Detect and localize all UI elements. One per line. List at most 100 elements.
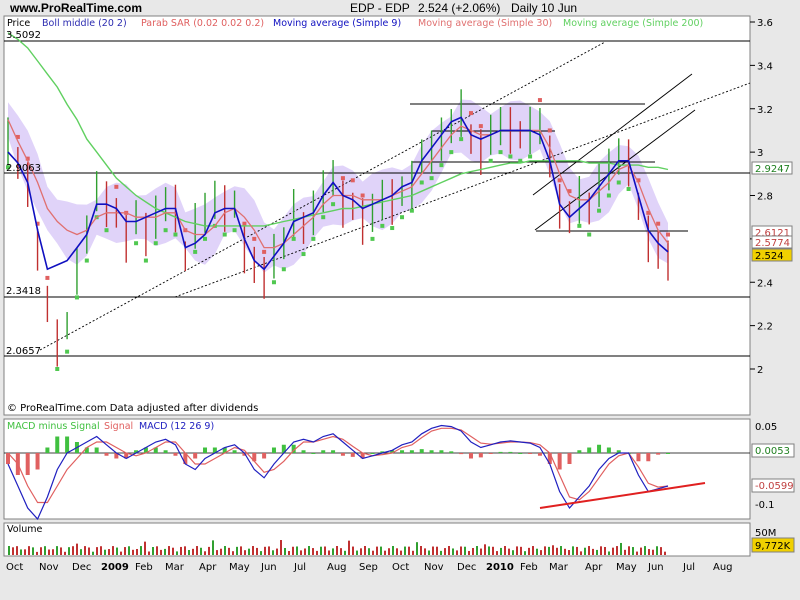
volume-bar	[256, 547, 258, 555]
sar-dot	[252, 236, 257, 241]
volume-bar	[280, 540, 282, 555]
legend-macd-hist: MACD minus Signal	[7, 421, 100, 432]
volume-bar	[456, 550, 458, 555]
macd-hist-bar	[459, 453, 464, 455]
volume-bar	[420, 546, 422, 555]
sar-dot	[203, 236, 208, 241]
macd-hist-bar	[498, 451, 503, 453]
macd-hist-bar	[321, 450, 326, 453]
sar-dot	[271, 280, 276, 285]
macd-hist-bar	[35, 453, 40, 470]
volume-bar	[288, 550, 290, 555]
macd-hist-bar	[350, 453, 355, 457]
volume-bar	[428, 550, 430, 555]
macd-hist-bar	[271, 447, 276, 453]
volume-bar	[148, 551, 150, 555]
volume-bar	[88, 547, 90, 555]
x-axis-label: Apr	[585, 562, 603, 573]
volume-bar	[28, 546, 30, 555]
volume-bar	[12, 547, 14, 555]
volume-bar	[16, 546, 18, 555]
volume-bar	[84, 546, 86, 555]
site-name: www.ProRealTime.com	[9, 1, 142, 15]
volume-bar	[540, 550, 542, 555]
volume-bar	[496, 551, 498, 555]
x-axis-label: Mar	[165, 562, 185, 573]
volume-bar	[476, 546, 478, 555]
volume-bar	[484, 544, 486, 555]
legend-sma9: Moving average (Simple 9)	[273, 18, 401, 29]
volume-bar	[408, 546, 410, 555]
sar-dot	[380, 223, 385, 228]
sar-dot	[350, 178, 355, 183]
volume-bar	[132, 549, 134, 555]
volume-bar	[180, 546, 182, 555]
sar-dot	[291, 236, 296, 241]
volume-bar	[44, 546, 46, 555]
macd-hist-bar	[528, 453, 533, 454]
level-label-2: 2.9063	[6, 163, 41, 174]
volume-bar	[8, 546, 10, 555]
x-axis-label: Jul	[293, 562, 306, 573]
volume-bar	[276, 548, 278, 555]
volume-bar	[48, 549, 50, 555]
volume-bar	[624, 549, 626, 555]
price-ytick-label: 3.6	[757, 18, 773, 29]
volume-bar	[284, 547, 286, 555]
macd-hist-bar	[203, 447, 208, 453]
volume-bar	[640, 547, 642, 555]
volume-bar	[340, 548, 342, 555]
macd-hist-bar	[557, 453, 562, 470]
price-ytick-label: 3	[757, 148, 763, 159]
volume-bar	[348, 540, 350, 555]
volume-bar	[464, 546, 466, 555]
legend-sma200: Moving average (Simple 200)	[563, 18, 703, 29]
sar-dot	[577, 223, 582, 228]
macd-hist-bar	[25, 453, 30, 475]
x-axis-label: 2009	[101, 562, 129, 573]
price-tag-label: 2.5774	[755, 238, 790, 249]
volume-bar	[232, 551, 234, 555]
macd-hist-bar	[232, 450, 237, 453]
macd-hist-bar	[104, 453, 109, 456]
volume-bar	[388, 548, 390, 555]
macd-hist-bar	[173, 453, 178, 456]
sar-dot	[537, 98, 542, 103]
volume-bar	[468, 550, 470, 555]
sar-dot	[409, 208, 414, 213]
x-axis-label: May	[229, 562, 250, 573]
volume-bar	[564, 548, 566, 555]
volume-bar	[168, 546, 170, 555]
price-ytick-label: 2.2	[757, 322, 773, 333]
volume-bar	[528, 547, 530, 555]
volume-bar	[620, 542, 622, 555]
macd-tag-2: -0.0599	[755, 481, 794, 492]
volume-bar	[608, 551, 610, 555]
volume-bar	[548, 546, 550, 555]
volume-bar	[576, 546, 578, 555]
sar-dot	[597, 208, 602, 213]
volume-bar	[392, 546, 394, 555]
volume-bar	[556, 547, 558, 555]
volume-bar	[112, 546, 114, 555]
volume-bar	[616, 546, 618, 555]
volume-bar	[308, 546, 310, 555]
sar-dot	[134, 241, 139, 246]
volume-bar	[596, 549, 598, 555]
volume-bar	[416, 542, 418, 555]
x-axis-label: Nov	[39, 562, 59, 573]
sar-dot	[301, 252, 306, 257]
x-axis-label: Apr	[199, 562, 217, 573]
volume-bar	[296, 546, 298, 555]
legend-macd-signal: Signal	[104, 421, 133, 432]
sar-dot	[666, 232, 670, 237]
volume-bar	[628, 546, 630, 555]
volume-bar	[664, 551, 666, 555]
sar-dot	[143, 258, 148, 263]
volume-bar	[396, 548, 398, 555]
volume-bar	[252, 546, 254, 555]
volume-bar	[240, 546, 242, 555]
price-ytick-label: 3.4	[757, 61, 773, 72]
x-axis-label: Mar	[549, 562, 569, 573]
macd-hist-bar	[370, 453, 375, 454]
